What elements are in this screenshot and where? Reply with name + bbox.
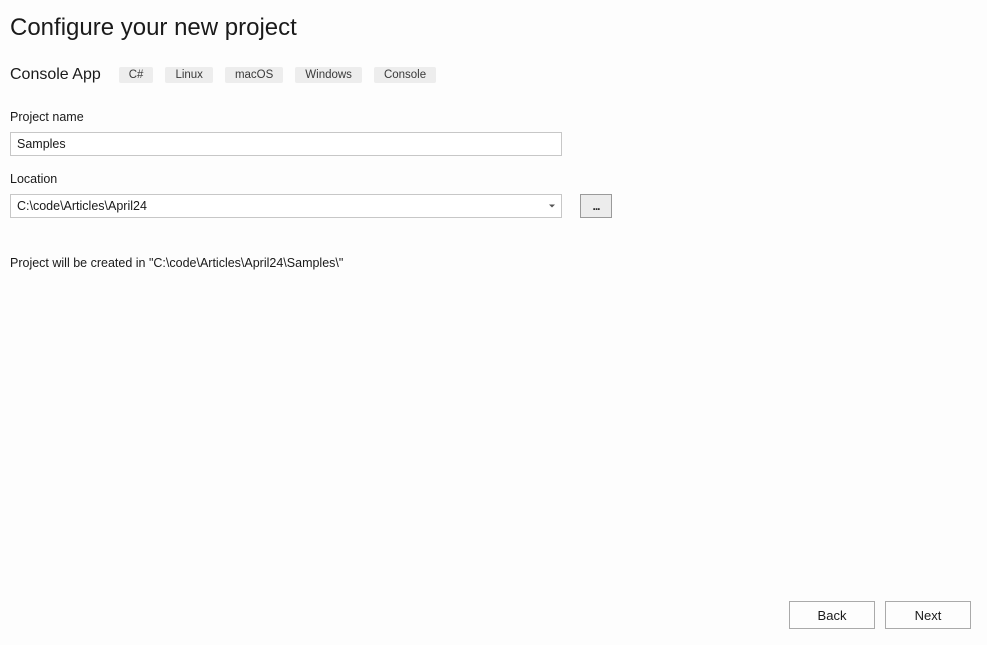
template-name: Console App (10, 66, 101, 84)
page-title: Configure your new project (10, 14, 977, 42)
footer-button-row: Back Next (789, 601, 971, 629)
chevron-down-icon (549, 205, 555, 208)
browse-button[interactable]: ... (580, 194, 612, 218)
project-name-input[interactable] (10, 132, 562, 156)
template-tag: C# (119, 67, 154, 83)
template-tag: macOS (225, 67, 283, 83)
template-tag: Linux (165, 67, 213, 83)
project-name-field-group: Project name (10, 110, 977, 156)
back-button[interactable]: Back (789, 601, 875, 629)
location-dropdown[interactable]: C:\code\Articles\April24 (10, 194, 562, 218)
template-info-row: Console App C# Linux macOS Windows Conso… (10, 66, 977, 84)
location-label: Location (10, 172, 977, 186)
template-tag: Console (374, 67, 436, 83)
project-name-label: Project name (10, 110, 977, 124)
creation-path-text: Project will be created in "C:\code\Arti… (10, 256, 977, 270)
next-button[interactable]: Next (885, 601, 971, 629)
template-tag: Windows (295, 67, 362, 83)
location-value: C:\code\Articles\April24 (17, 199, 147, 213)
location-field-group: Location C:\code\Articles\April24 ... (10, 172, 977, 218)
